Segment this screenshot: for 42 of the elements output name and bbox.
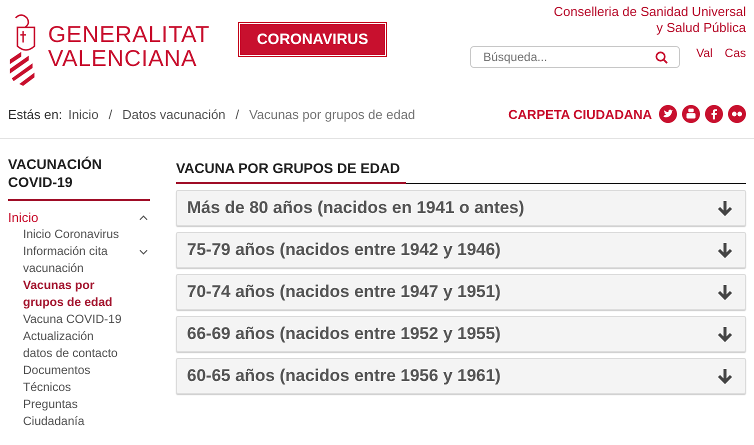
breadcrumb-label: Estás en: <box>8 106 62 122</box>
department-name: Conselleria de Sanidad Universal <box>554 4 746 20</box>
sidebar-title: VACUNACIÓN COVID-19 <box>8 155 150 201</box>
youtube-icon[interactable] <box>682 105 700 123</box>
accordion-header[interactable]: 66-69 años (nacidos entre 1952 y 1955) <box>176 316 746 352</box>
accordion-header[interactable]: Más de 80 años (nacidos en 1941 o antes) <box>176 190 746 226</box>
arrow-down-icon <box>717 242 733 258</box>
coronavirus-banner[interactable]: CORONAVIRUS <box>240 24 386 55</box>
section-title: VACUNA POR GRUPOS DE EDAD <box>176 155 406 184</box>
sidebar-item[interactable]: Actualización datos de contacto <box>23 328 124 362</box>
sidebar-item[interactable]: Inicio <box>8 209 38 226</box>
flickr-icon[interactable] <box>728 105 746 123</box>
facebook-icon[interactable] <box>705 105 723 123</box>
arrow-down-icon <box>717 326 733 342</box>
sidebar-item[interactable]: Documentos Técnicos <box>23 362 124 396</box>
accordion-header[interactable]: 60-65 años (nacidos entre 1956 y 1961) <box>176 358 746 394</box>
arrow-down-icon <box>717 284 733 300</box>
department-name: y Salud Pública <box>656 20 746 36</box>
breadcrumb-link[interactable]: Inicio <box>68 106 99 122</box>
language-link[interactable]: Val <box>696 46 713 60</box>
citizen-folder-link[interactable]: CARPETA CIUDADANA <box>508 106 652 122</box>
breadcrumb-separator: / <box>236 106 240 122</box>
breadcrumb-link[interactable]: Datos vacunación <box>122 106 226 122</box>
chevron-icon[interactable] <box>139 215 148 221</box>
language-link[interactable]: Cas <box>724 46 746 60</box>
chevron-icon[interactable] <box>139 249 148 255</box>
sidebar-item[interactable]: Inicio Coronavirus <box>23 226 124 243</box>
logo-text: GENERALITAT <box>48 22 210 46</box>
breadcrumb-link[interactable]: Vacunas por grupos de edad <box>249 106 416 122</box>
twitter-icon[interactable] <box>659 105 677 123</box>
search-field[interactable]: Búsqueda... <box>470 46 680 68</box>
breadcrumb-separator: / <box>108 106 112 122</box>
sidebar-item[interactable]: Preguntas Ciudadanía <box>23 396 124 430</box>
accordion-header[interactable]: 70-74 años (nacidos entre 1947 y 1951) <box>176 274 746 310</box>
arrow-down-icon <box>717 368 733 384</box>
search-icon[interactable] <box>655 51 668 64</box>
sidebar-item[interactable]: Vacunas por grupos de edad <box>23 277 124 311</box>
logo-text: VALENCIANA <box>48 46 198 70</box>
sidebar-item[interactable]: Información cita vacunación <box>23 243 124 277</box>
arrow-down-icon <box>717 200 733 216</box>
sidebar-item[interactable]: Vacuna COVID-19 <box>23 311 124 328</box>
accordion-header[interactable]: 75-79 años (nacidos entre 1942 y 1946) <box>176 232 746 268</box>
